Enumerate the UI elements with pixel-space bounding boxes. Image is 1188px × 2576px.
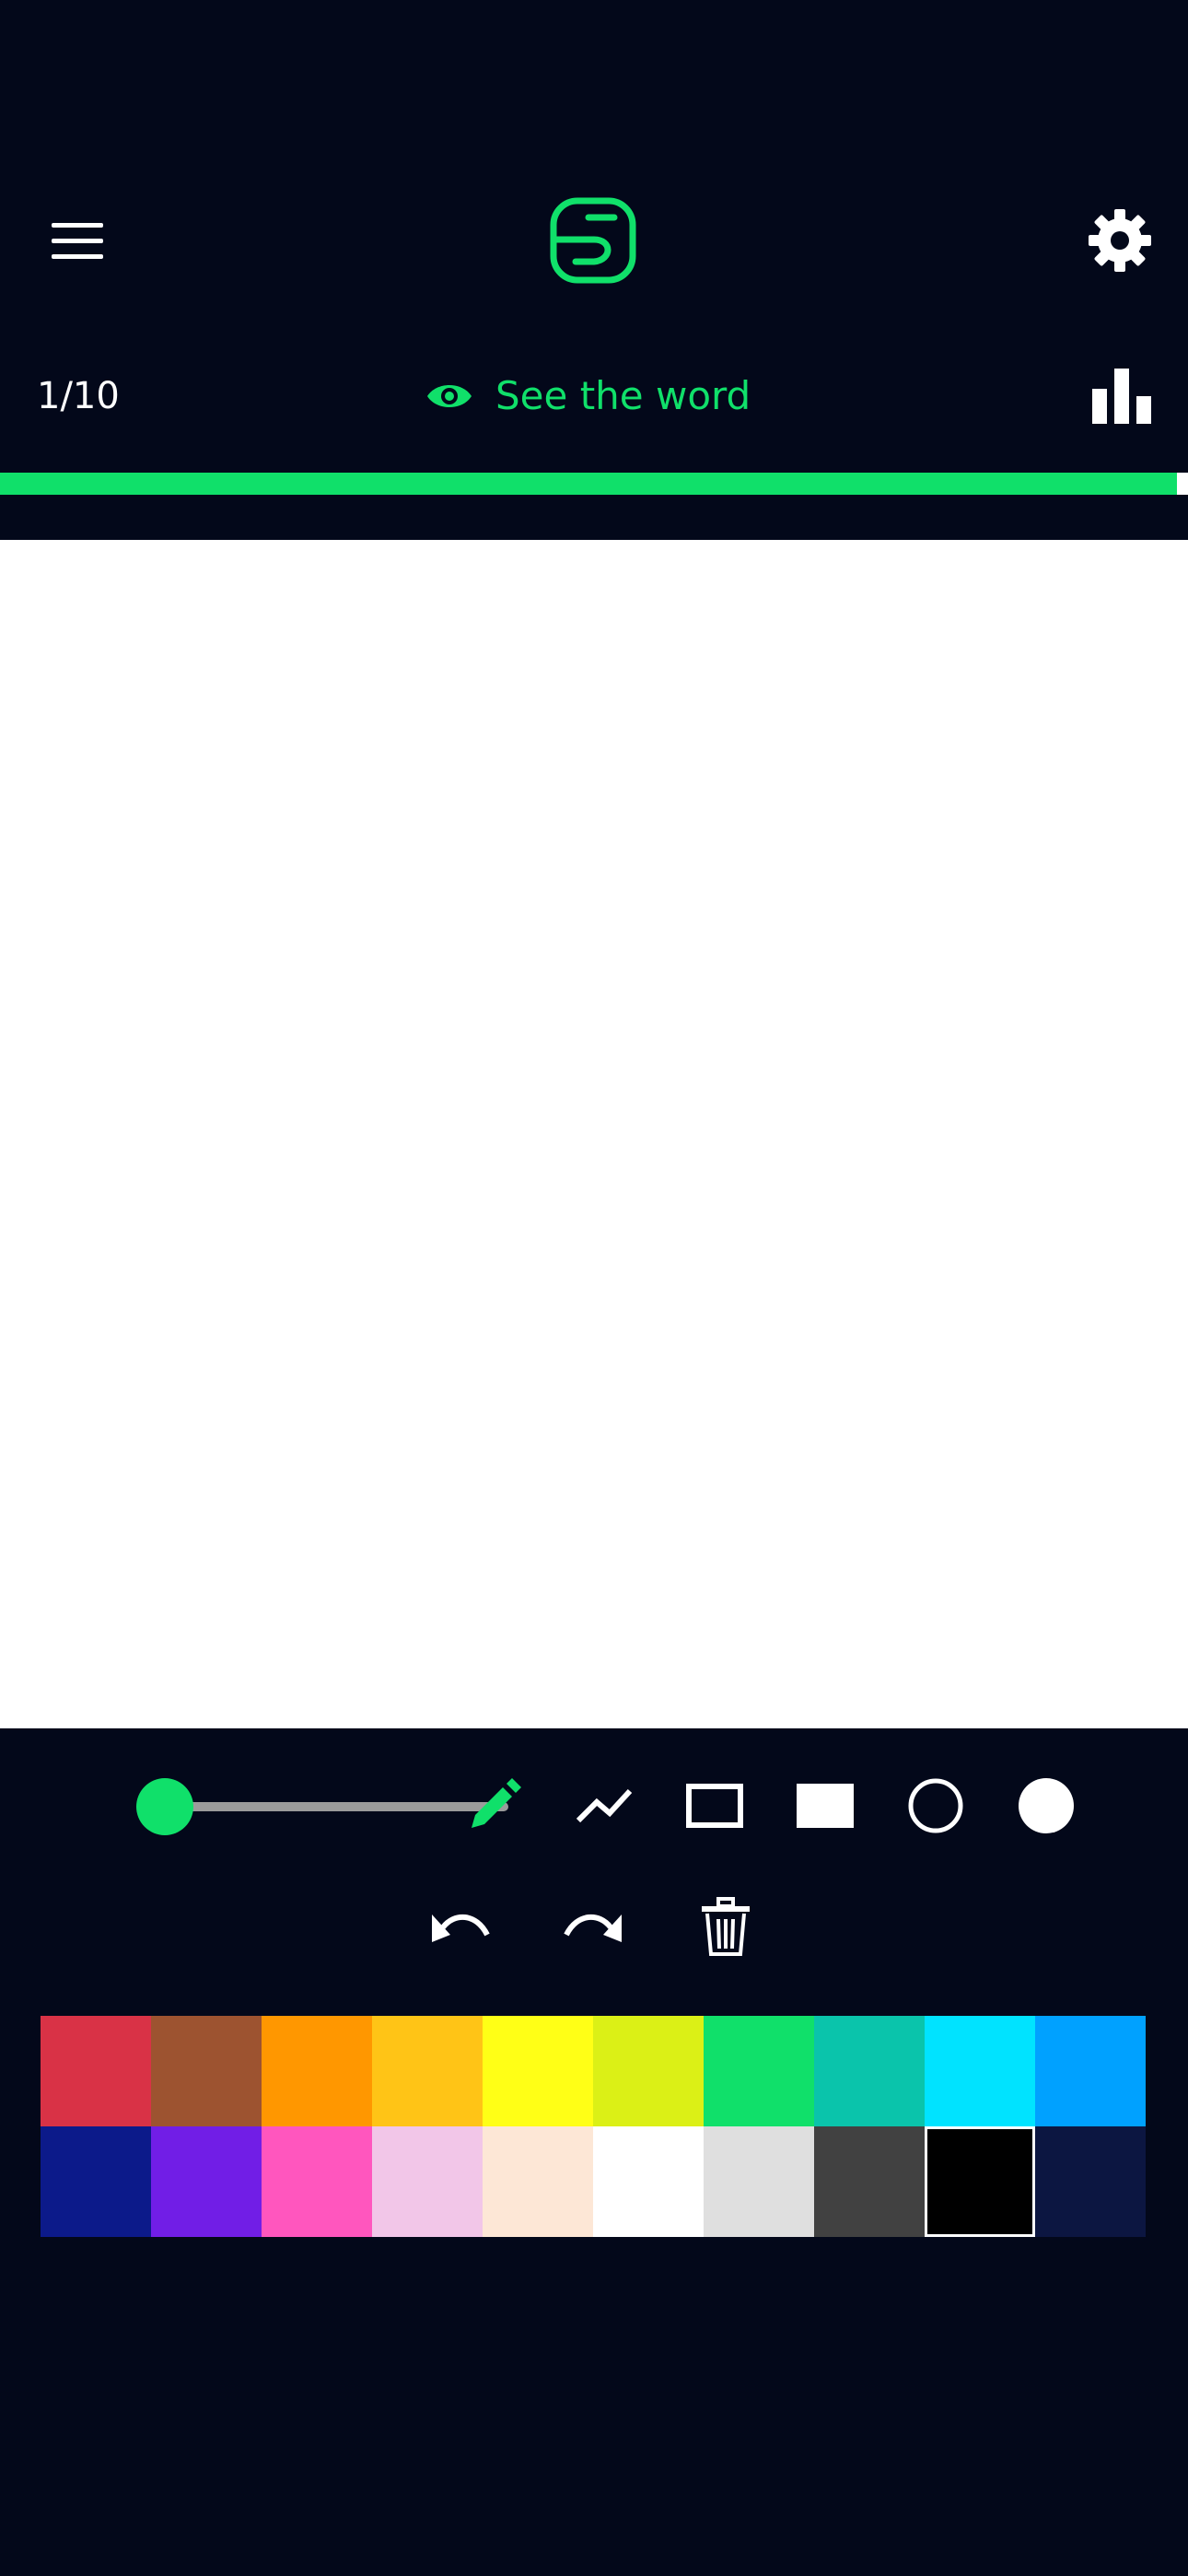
color-swatch[interactable] bbox=[704, 2126, 814, 2237]
undo-icon bbox=[432, 1914, 490, 1942]
circle-outline-tool-button[interactable] bbox=[903, 1773, 969, 1839]
line-tool-button[interactable] bbox=[571, 1773, 637, 1839]
brush-size-slider-handle[interactable] bbox=[136, 1778, 193, 1835]
circle-filled-tool-button[interactable] bbox=[1013, 1773, 1079, 1839]
eye-icon bbox=[427, 385, 472, 407]
color-swatch[interactable] bbox=[372, 2126, 483, 2237]
see-the-word-button[interactable]: See the word bbox=[425, 367, 751, 426]
color-swatch[interactable] bbox=[483, 2016, 593, 2126]
bar-chart-icon bbox=[1092, 369, 1151, 424]
app-logo-icon bbox=[550, 197, 636, 284]
see-the-word-label: See the word bbox=[495, 373, 751, 418]
drawing-canvas[interactable] bbox=[0, 540, 1188, 1728]
settings-button[interactable] bbox=[1087, 207, 1153, 274]
color-palette bbox=[41, 2016, 1146, 2237]
rectangle-filled-tool-button[interactable] bbox=[792, 1773, 858, 1839]
color-swatch[interactable] bbox=[41, 2016, 151, 2126]
redo-icon bbox=[564, 1914, 622, 1942]
rectangle-outline-tool-button[interactable] bbox=[681, 1773, 748, 1839]
color-swatch[interactable] bbox=[1035, 2016, 1146, 2126]
color-swatch[interactable] bbox=[262, 2126, 372, 2237]
pencil-icon bbox=[472, 1778, 521, 1828]
color-swatch[interactable] bbox=[925, 2126, 1035, 2237]
brush-size-slider[interactable] bbox=[136, 1778, 508, 1835]
color-swatch[interactable] bbox=[925, 2016, 1035, 2126]
color-swatch[interactable] bbox=[593, 2126, 704, 2237]
clear-canvas-button[interactable] bbox=[693, 1894, 759, 1961]
color-swatch[interactable] bbox=[151, 2126, 262, 2237]
trash-icon bbox=[702, 1897, 750, 1956]
redo-button[interactable] bbox=[560, 1894, 626, 1961]
hamburger-menu-icon bbox=[52, 223, 103, 259]
brush-size-slider-track[interactable] bbox=[164, 1802, 508, 1811]
color-swatch[interactable] bbox=[151, 2016, 262, 2126]
circle-outline-icon bbox=[908, 1778, 963, 1833]
color-swatch[interactable] bbox=[41, 2126, 151, 2237]
app-logo bbox=[548, 195, 640, 287]
color-swatch[interactable] bbox=[814, 2016, 925, 2126]
stats-button[interactable] bbox=[1092, 369, 1151, 424]
round-counter: 1/10 bbox=[37, 375, 120, 417]
circle-filled-icon bbox=[1019, 1778, 1074, 1833]
color-swatch[interactable] bbox=[1035, 2126, 1146, 2237]
pencil-tool-button[interactable] bbox=[460, 1773, 527, 1839]
undo-button[interactable] bbox=[427, 1894, 494, 1961]
color-swatch[interactable] bbox=[483, 2126, 593, 2237]
rectangle-filled-icon bbox=[797, 1784, 854, 1828]
menu-button[interactable] bbox=[48, 212, 107, 271]
color-swatch[interactable] bbox=[372, 2016, 483, 2126]
color-swatch[interactable] bbox=[593, 2016, 704, 2126]
progress-bar-fill bbox=[0, 473, 1178, 495]
color-swatch[interactable] bbox=[262, 2016, 372, 2126]
color-swatch[interactable] bbox=[814, 2126, 925, 2237]
rectangle-outline-icon bbox=[686, 1784, 743, 1828]
color-swatch[interactable] bbox=[704, 2016, 814, 2126]
gear-icon bbox=[1089, 209, 1151, 272]
progress-bar bbox=[0, 473, 1188, 495]
line-icon bbox=[576, 1788, 633, 1823]
